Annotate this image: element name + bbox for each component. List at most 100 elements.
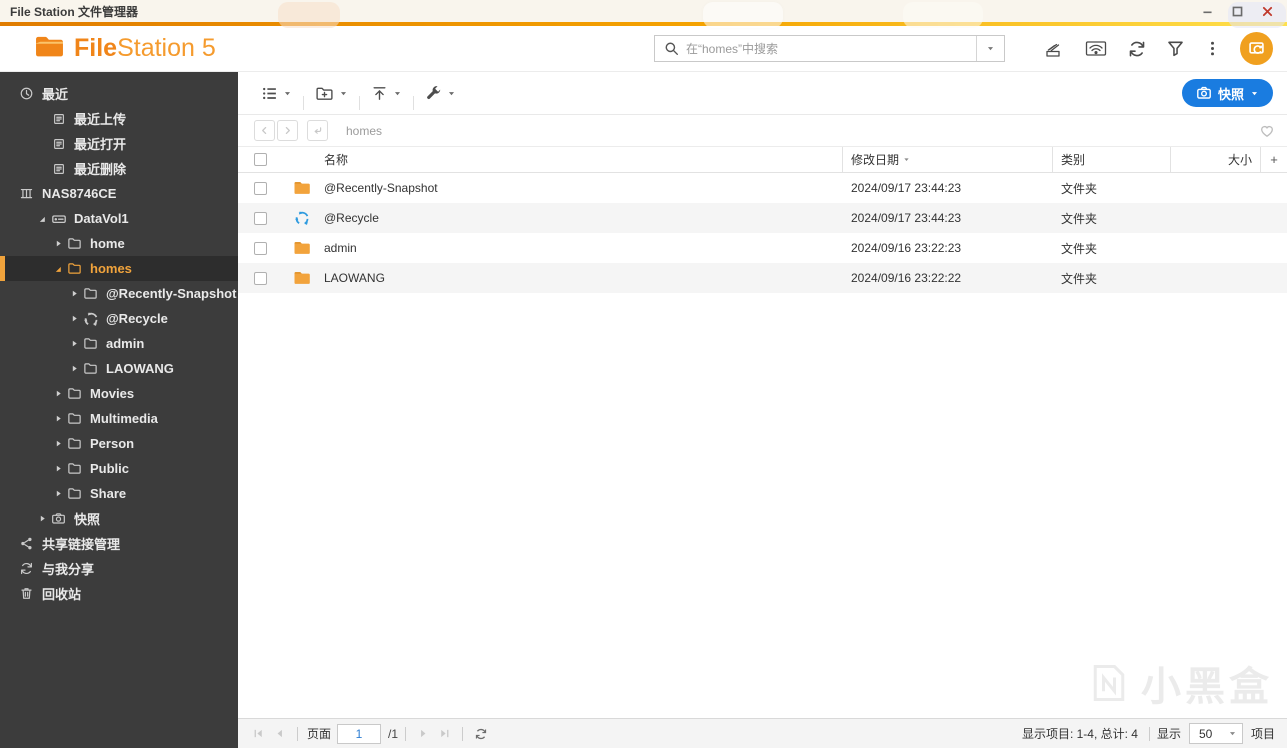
sidebar-tree: 最近最近上传 最近打开最近删除 NAS8746CE DataVol1 home homes… [0,72,238,748]
sidebar-item-snapshot[interactable]: 快照 [0,506,238,531]
sidebar-item-shared-with-me[interactable]: 与我分享 [0,556,238,581]
breadcrumb-path[interactable]: homes [346,124,382,138]
sidebar-item-label: NAS8746CE [42,186,117,201]
sidebar-item-label: 回收站 [42,587,82,602]
sidebar-item-label: admin [106,336,145,351]
page-label: 页面 [307,727,332,741]
back-button[interactable] [254,120,275,141]
remote-connection-icon[interactable] [1084,39,1108,59]
row-checkbox[interactable] [254,181,267,195]
table-row[interactable]: LAOWANG 2024/09/16 23:22:22 文件夹 [238,263,1287,293]
column-header-modified[interactable]: 修改日期 [843,146,1053,173]
sidebar-item-recycle-bin[interactable]: 回收站 [0,581,238,606]
tools-icon [425,85,442,102]
expander-collapsed-icon[interactable] [68,313,80,325]
sidebar-item-recently-snapshot[interactable]: @Recently-Snapshot [0,281,238,306]
refresh-icon[interactable] [1127,39,1147,59]
expander-collapsed-icon[interactable] [52,388,64,400]
add-column-button[interactable]: + [1261,152,1287,167]
external-device-icon[interactable] [1043,38,1065,60]
close-button[interactable] [1259,3,1275,19]
column-header-name[interactable]: 名称 [324,146,843,173]
table-row[interactable]: @Recycle 2024/09/17 23:44:23 文件夹 [238,203,1287,233]
row-checkbox[interactable] [254,241,267,255]
table-row[interactable]: admin 2024/09/16 23:22:23 文件夹 [238,233,1287,263]
chevron-down-icon [283,89,292,98]
sidebar-item-multimedia[interactable]: Multimedia [0,406,238,431]
sidebar-item-datavol1[interactable]: DataVol1 [0,206,238,231]
sidebar-item-public[interactable]: Public [0,456,238,481]
page-number-input[interactable] [337,723,382,744]
snapshot-button[interactable]: 快照 [1181,79,1273,107]
sidebar-item-recent-opened[interactable]: 最近打开 [0,131,238,156]
view-mode-button[interactable] [250,85,303,102]
sync-icon [18,560,35,577]
column-header-size[interactable]: 大小 [1171,146,1261,173]
favorite-heart-icon[interactable] [1259,123,1275,139]
go-up-button[interactable] [307,120,328,141]
table-row[interactable]: @Recently-Snapshot 2024/09/17 23:44:23 文件夹 [238,173,1287,203]
expander-expanded-icon[interactable] [52,263,64,275]
theme-circle-button[interactable] [1240,32,1273,65]
expander-collapsed-icon[interactable] [52,238,64,250]
sidebar-item-person[interactable]: Person [0,431,238,456]
select-all-checkbox[interactable] [254,153,267,166]
last-page-button[interactable] [434,727,455,740]
search-options-dropdown[interactable] [976,36,1004,61]
column-header-type[interactable]: 类别 [1053,146,1171,173]
sidebar-item-label: home [90,236,125,251]
expander-collapsed-icon[interactable] [52,488,64,500]
sidebar-item-label: 最近删除 [74,162,127,177]
search-input[interactable] [686,36,976,61]
more-options-icon[interactable] [1204,40,1221,57]
sidebar-item-nas8746ce[interactable]: NAS8746CE [0,181,238,206]
page-size-select[interactable]: 50 [1188,723,1243,744]
recycle-icon [82,310,99,327]
expander-collapsed-icon[interactable] [52,463,64,475]
sidebar-item-homes[interactable]: homes [0,256,238,281]
sidebar-item-label: Public [90,461,130,476]
doc-list-icon [50,110,67,127]
expander-collapsed-icon[interactable] [52,438,64,450]
sidebar-item-home[interactable]: home [0,231,238,256]
filter-icon[interactable] [1166,39,1185,58]
minimize-button[interactable] [1199,3,1215,19]
watermark: 小黑盒 [1087,654,1273,712]
file-name: @Recycle [324,211,379,225]
sidebar-item-recycle[interactable]: @Recycle [0,306,238,331]
expander-collapsed-icon[interactable] [68,363,80,375]
recycle-icon [280,210,324,226]
folder-icon [82,360,99,377]
sidebar-item-shared-links[interactable]: 共享链接管理 [0,531,238,556]
expander-collapsed-icon[interactable] [36,513,48,525]
forward-button[interactable] [277,120,298,141]
maximize-button[interactable] [1229,3,1245,19]
previous-page-button[interactable] [269,727,290,740]
toolbar: 快照 [238,72,1287,115]
first-page-button[interactable] [248,727,269,740]
new-folder-button[interactable] [304,85,359,102]
app-title-bold: File [74,34,118,62]
row-checkbox[interactable] [254,271,267,285]
sidebar-item-movies[interactable]: Movies [0,381,238,406]
file-modified-date: 2024/09/17 23:44:23 [851,211,962,225]
sidebar-item-laowang[interactable]: LAOWANG [0,356,238,381]
sidebar-item-admin[interactable]: admin [0,331,238,356]
sidebar-item-recent[interactable]: 最近 [0,81,238,106]
expander-collapsed-icon[interactable] [68,338,80,350]
expander-collapsed-icon[interactable] [68,288,80,300]
row-checkbox-cell [238,211,280,225]
sidebar-item-label: 最近 [42,87,69,102]
upload-button[interactable] [360,85,413,102]
sidebar-item-share[interactable]: Share [0,481,238,506]
expander-collapsed-icon[interactable] [52,413,64,425]
search-icon [655,41,686,56]
row-checkbox[interactable] [254,211,267,225]
sidebar-item-recent-uploaded[interactable]: 最近上传 [0,106,238,131]
expander-expanded-icon[interactable] [36,213,48,225]
sidebar-item-recent-deleted[interactable]: 最近删除 [0,156,238,181]
tools-button[interactable] [414,85,467,102]
next-page-button[interactable] [413,727,434,740]
file-name: admin [324,241,357,255]
refresh-list-button[interactable] [470,727,492,741]
